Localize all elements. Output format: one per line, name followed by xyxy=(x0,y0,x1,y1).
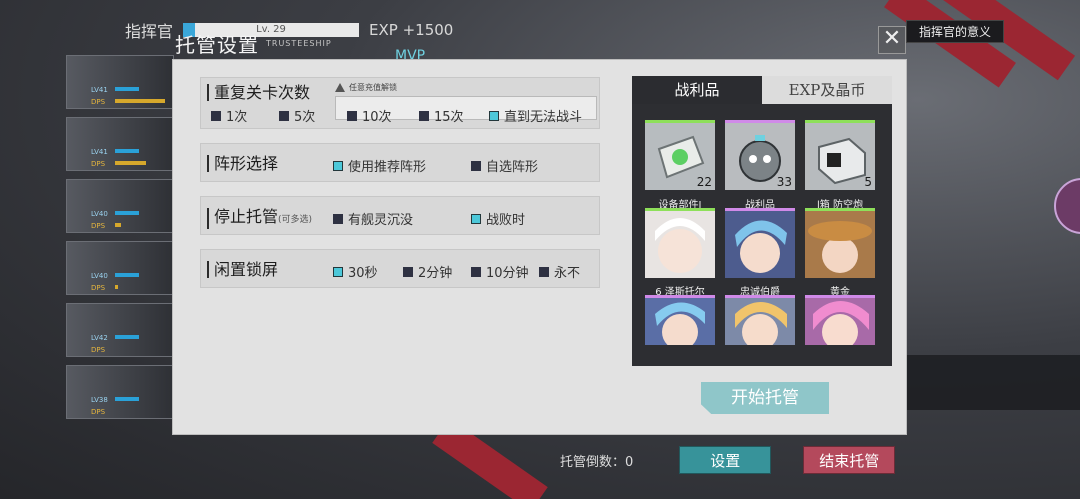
formation-row: 阵形选择 使用推荐阵形 自选阵形 xyxy=(200,143,600,182)
loot-item[interactable]: 22 xyxy=(645,120,715,190)
character-blue-hair-2 xyxy=(645,298,715,345)
idle-10min[interactable]: 10分钟 xyxy=(471,262,529,281)
character-card[interactable] xyxy=(725,208,795,278)
close-button[interactable]: ✕ xyxy=(878,26,906,54)
formation-custom[interactable]: 自选阵形 xyxy=(471,156,538,175)
multi-select-hint: (可多选) xyxy=(278,215,313,225)
stop-on-defeat[interactable]: 战败时 xyxy=(471,209,525,228)
stop-on-sink[interactable]: 有舰灵沉没 xyxy=(333,209,413,228)
tab-loot[interactable]: 战利品 xyxy=(632,76,762,104)
character-card[interactable] xyxy=(645,295,715,345)
start-trustee-button[interactable]: 开始托管 xyxy=(701,382,829,414)
end-trustee-button[interactable]: 结束托管 xyxy=(803,446,896,474)
stop-condition-title: 停止托管(可多选) xyxy=(207,208,312,229)
loot-item[interactable]: 5 xyxy=(805,120,875,190)
checkbox xyxy=(419,110,429,121)
idle-lock-title: 闲置锁屏 xyxy=(207,261,278,278)
character-card[interactable] xyxy=(645,208,715,278)
loot-item[interactable]: 33 xyxy=(725,120,795,190)
dialog-subtitle: TRUSTEESHIP xyxy=(266,39,332,48)
repeat-option-1[interactable]: 1次 xyxy=(211,106,247,125)
commander-label: 指挥官 xyxy=(125,22,174,41)
checkbox xyxy=(333,213,343,224)
stop-condition-row: 停止托管(可多选) 有舰灵沉没 战败时 xyxy=(200,196,600,235)
repeat-option-5[interactable]: 5次 xyxy=(279,106,315,125)
checkbox-checked xyxy=(333,266,343,277)
settings-button[interactable]: 设置 xyxy=(679,446,772,474)
exp-gain: EXP +1500 xyxy=(369,21,454,39)
character-card[interactable] xyxy=(725,295,795,345)
character-card[interactable] xyxy=(805,208,875,278)
loot-tabs: 战利品 EXP及晶币 xyxy=(632,76,892,104)
idle-lock-row: 闲置锁屏 30秒 2分钟 10分钟 永不 xyxy=(200,249,600,288)
character-pink-hair xyxy=(805,298,875,345)
repeat-option-10[interactable]: 10次 xyxy=(347,106,392,125)
level-text: Lv. 29 xyxy=(256,24,286,35)
bottom-hud: 托管倒数：0 设置 结束托管 xyxy=(560,446,896,474)
character-cowboy-hat xyxy=(805,211,875,278)
fleet-card[interactable]: LV40 DPS xyxy=(66,179,174,233)
formation-title: 阵形选择 xyxy=(207,155,278,172)
repeat-option-15[interactable]: 15次 xyxy=(419,106,464,125)
tab-exp-coins[interactable]: EXP及晶币 xyxy=(762,76,892,104)
character-card[interactable] xyxy=(805,295,875,345)
repeat-option-until-defeat[interactable]: 直到无法战斗 xyxy=(489,106,582,125)
checkbox xyxy=(539,266,549,277)
trustee-countdown: 托管倒数：0 xyxy=(560,454,634,470)
repeat-count-row: 重复关卡次数 任意充值解锁 1次 5次 10次 15次 直到无法战斗 xyxy=(200,77,600,129)
fleet-card[interactable]: LV41 DPS xyxy=(66,117,174,171)
warning-icon xyxy=(335,83,345,92)
checkbox xyxy=(403,266,413,277)
checkbox-checked xyxy=(489,110,499,121)
fleet-card[interactable]: LV42 DPS xyxy=(66,303,174,357)
checkbox xyxy=(471,160,481,171)
trustee-settings-dialog: 重复关卡次数 任意充值解锁 1次 5次 10次 15次 直到无法战斗 阵形选择 … xyxy=(172,59,907,435)
fleet-card[interactable]: LV41 DPS xyxy=(66,55,174,109)
commander-meaning-button[interactable]: 指挥官的意义 xyxy=(905,20,1004,43)
idle-2min[interactable]: 2分钟 xyxy=(403,262,452,281)
fleet-card[interactable]: LV38 DPS xyxy=(66,365,174,419)
loot-panel: 战利品 EXP及晶币 22 33 5 设备部件I 战利品 l箱 防空炮 6 泽斯… xyxy=(632,76,892,366)
character-white-hair xyxy=(645,211,715,278)
background-decor xyxy=(906,355,1080,410)
repeat-count-title: 重复关卡次数 xyxy=(207,84,310,101)
fleet-card[interactable]: LV40 DPS xyxy=(66,241,174,295)
checkbox-checked xyxy=(333,160,343,171)
checkbox-checked xyxy=(471,213,481,224)
idle-30s[interactable]: 30秒 xyxy=(333,262,378,281)
character-blue-hair xyxy=(725,211,795,278)
idle-never[interactable]: 永不 xyxy=(539,262,580,281)
dialog-title: 托管设置 xyxy=(175,33,259,57)
character-blonde xyxy=(725,298,795,345)
checkbox xyxy=(347,110,357,121)
unlock-note: 任意充值解锁 xyxy=(335,82,397,93)
formation-recommended[interactable]: 使用推荐阵形 xyxy=(333,156,426,175)
checkbox xyxy=(279,110,289,121)
checkbox xyxy=(211,110,221,121)
fleet-list: LV41 DPS LV41 DPS LV40 DPS LV40 DPS LV42 DPS … xyxy=(66,55,174,427)
checkbox xyxy=(471,266,481,277)
